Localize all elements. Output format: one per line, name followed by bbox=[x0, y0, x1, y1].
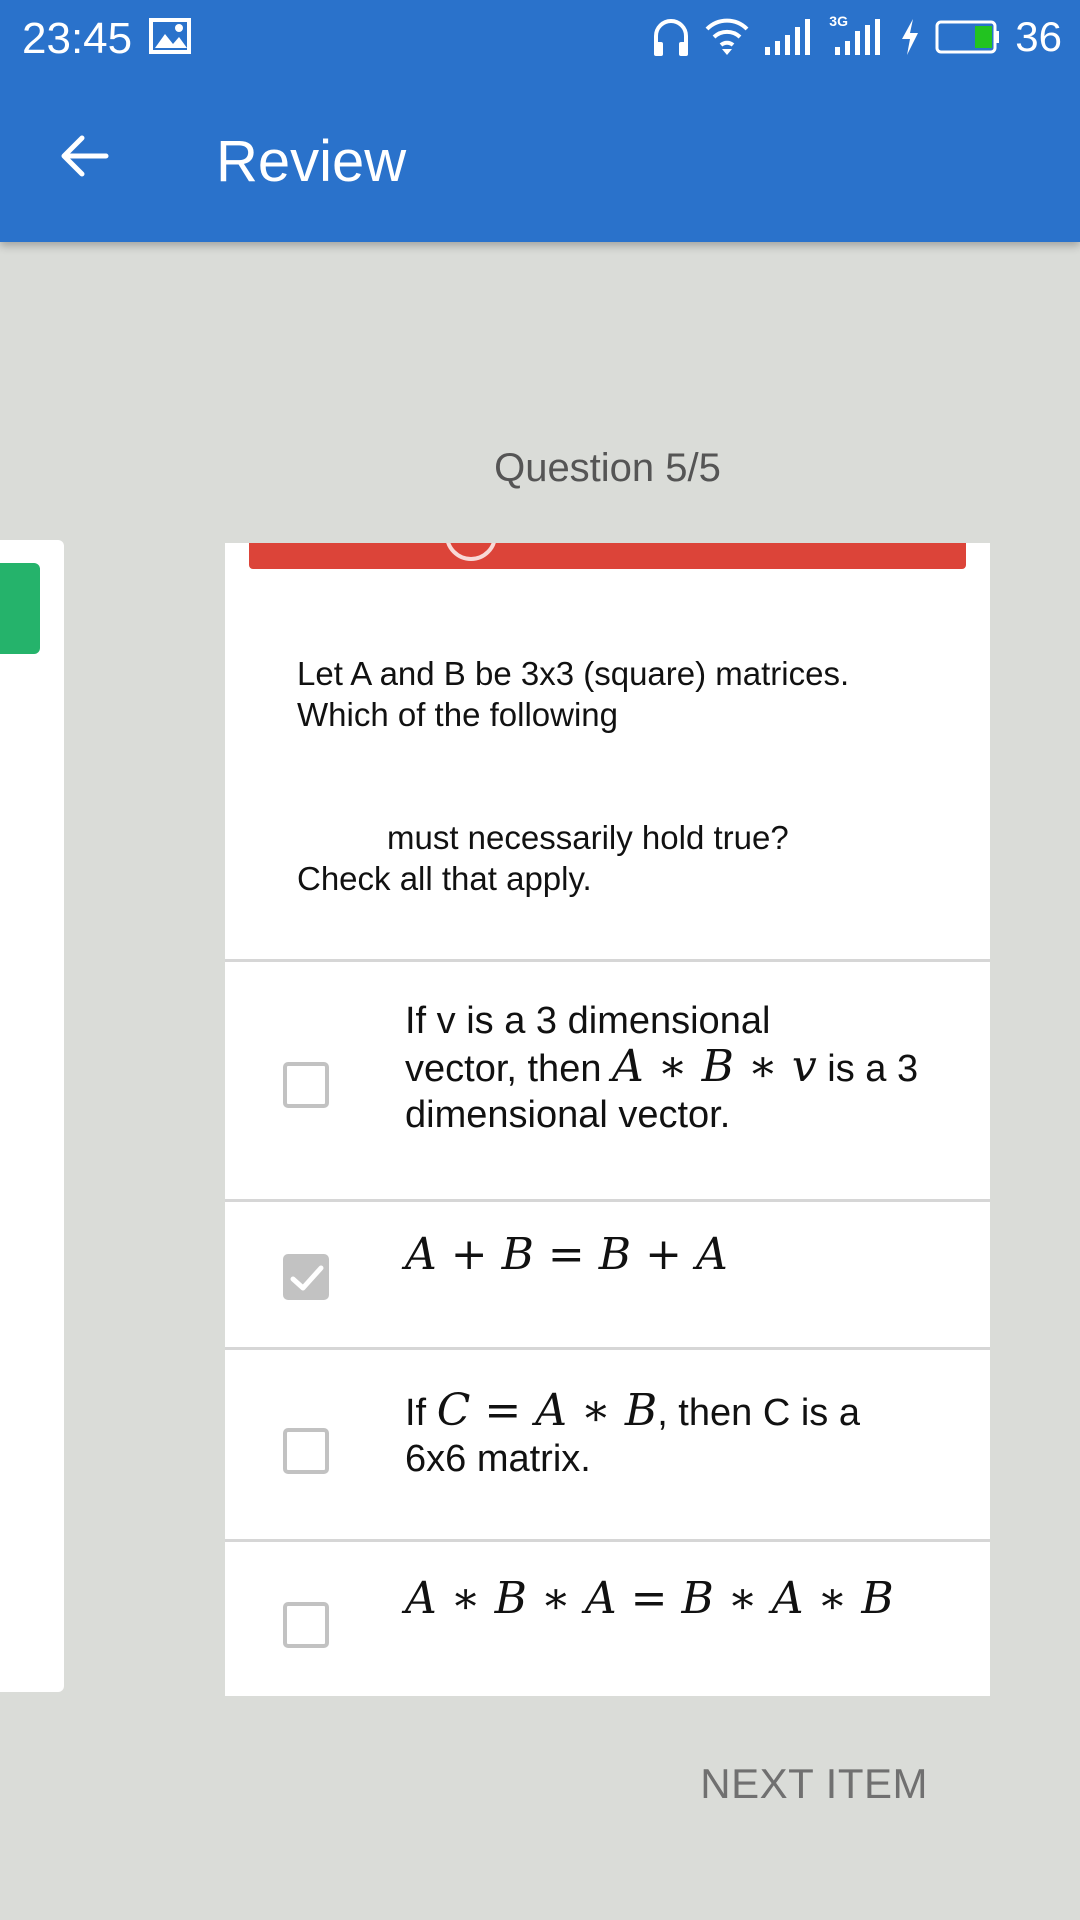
option-1[interactable]: If v is a 3 dimensional vector, then A ∗… bbox=[225, 962, 990, 1199]
option-2[interactable]: A + B = B + A bbox=[225, 1202, 990, 1347]
image-notification-icon bbox=[149, 18, 191, 54]
status-time: 23:45 bbox=[22, 14, 133, 63]
prompt-line: Check all that apply. bbox=[297, 860, 592, 897]
option-4-math: A ∗ B ∗ A = B ∗ A ∗ B bbox=[405, 1573, 894, 1624]
option-2-math: A + B = B + A bbox=[405, 1229, 728, 1280]
incorrect-banner bbox=[249, 543, 966, 569]
option-4[interactable]: A ∗ B ∗ A = B ∗ A ∗ B bbox=[225, 1542, 990, 1696]
option-1-text: If v is a 3 dimensional vector, then A ∗… bbox=[405, 1000, 919, 1136]
option-1-checkbox[interactable] bbox=[283, 1062, 329, 1108]
question-card: Let A and B be 3x3 (square) matrices. Wh… bbox=[225, 543, 990, 1696]
signal-icon bbox=[763, 17, 815, 57]
previous-card[interactable] bbox=[0, 540, 64, 1692]
prompt-line: must necessarily hold true? bbox=[387, 819, 789, 856]
previous-card-correct-badge bbox=[0, 563, 40, 654]
battery-percent: 36 bbox=[1015, 13, 1062, 60]
option-4-checkbox[interactable] bbox=[283, 1602, 329, 1648]
option-3-checkbox[interactable] bbox=[283, 1428, 329, 1474]
prompt-line: Let A and B be 3x3 (square) matrices. bbox=[297, 655, 850, 692]
back-arrow-icon[interactable] bbox=[56, 128, 112, 184]
battery-icon bbox=[935, 20, 1001, 54]
prompt-line: Which of the following bbox=[297, 696, 618, 733]
next-item-button[interactable]: NEXT ITEM bbox=[700, 1760, 928, 1808]
option-3-math: C = A ∗ B bbox=[436, 1385, 658, 1436]
signal-3g-icon: 3G bbox=[829, 13, 885, 57]
headphones-icon bbox=[651, 16, 691, 58]
option-2-checkbox[interactable] bbox=[283, 1254, 329, 1300]
status-icons: 3G 36 bbox=[651, 12, 1062, 62]
option-3-text: If C = A ∗ B, then C is a 6x6 matrix. bbox=[405, 1385, 860, 1481]
question-counter: Question 5/5 bbox=[494, 446, 721, 490]
option-3[interactable]: If C = A ∗ B, then C is a 6x6 matrix. bbox=[225, 1350, 990, 1539]
checkmark-icon bbox=[290, 1265, 324, 1291]
question-prompt: Let A and B be 3x3 (square) matrices. Wh… bbox=[297, 653, 937, 899]
page-title: Review bbox=[216, 129, 407, 194]
banner-status-icon bbox=[445, 543, 497, 561]
charging-icon bbox=[899, 17, 921, 57]
app-bar: 23:45 3G 36 Review bbox=[0, 0, 1080, 242]
option-1-math: A ∗ B ∗ v bbox=[612, 1041, 817, 1092]
wifi-icon bbox=[705, 17, 749, 57]
